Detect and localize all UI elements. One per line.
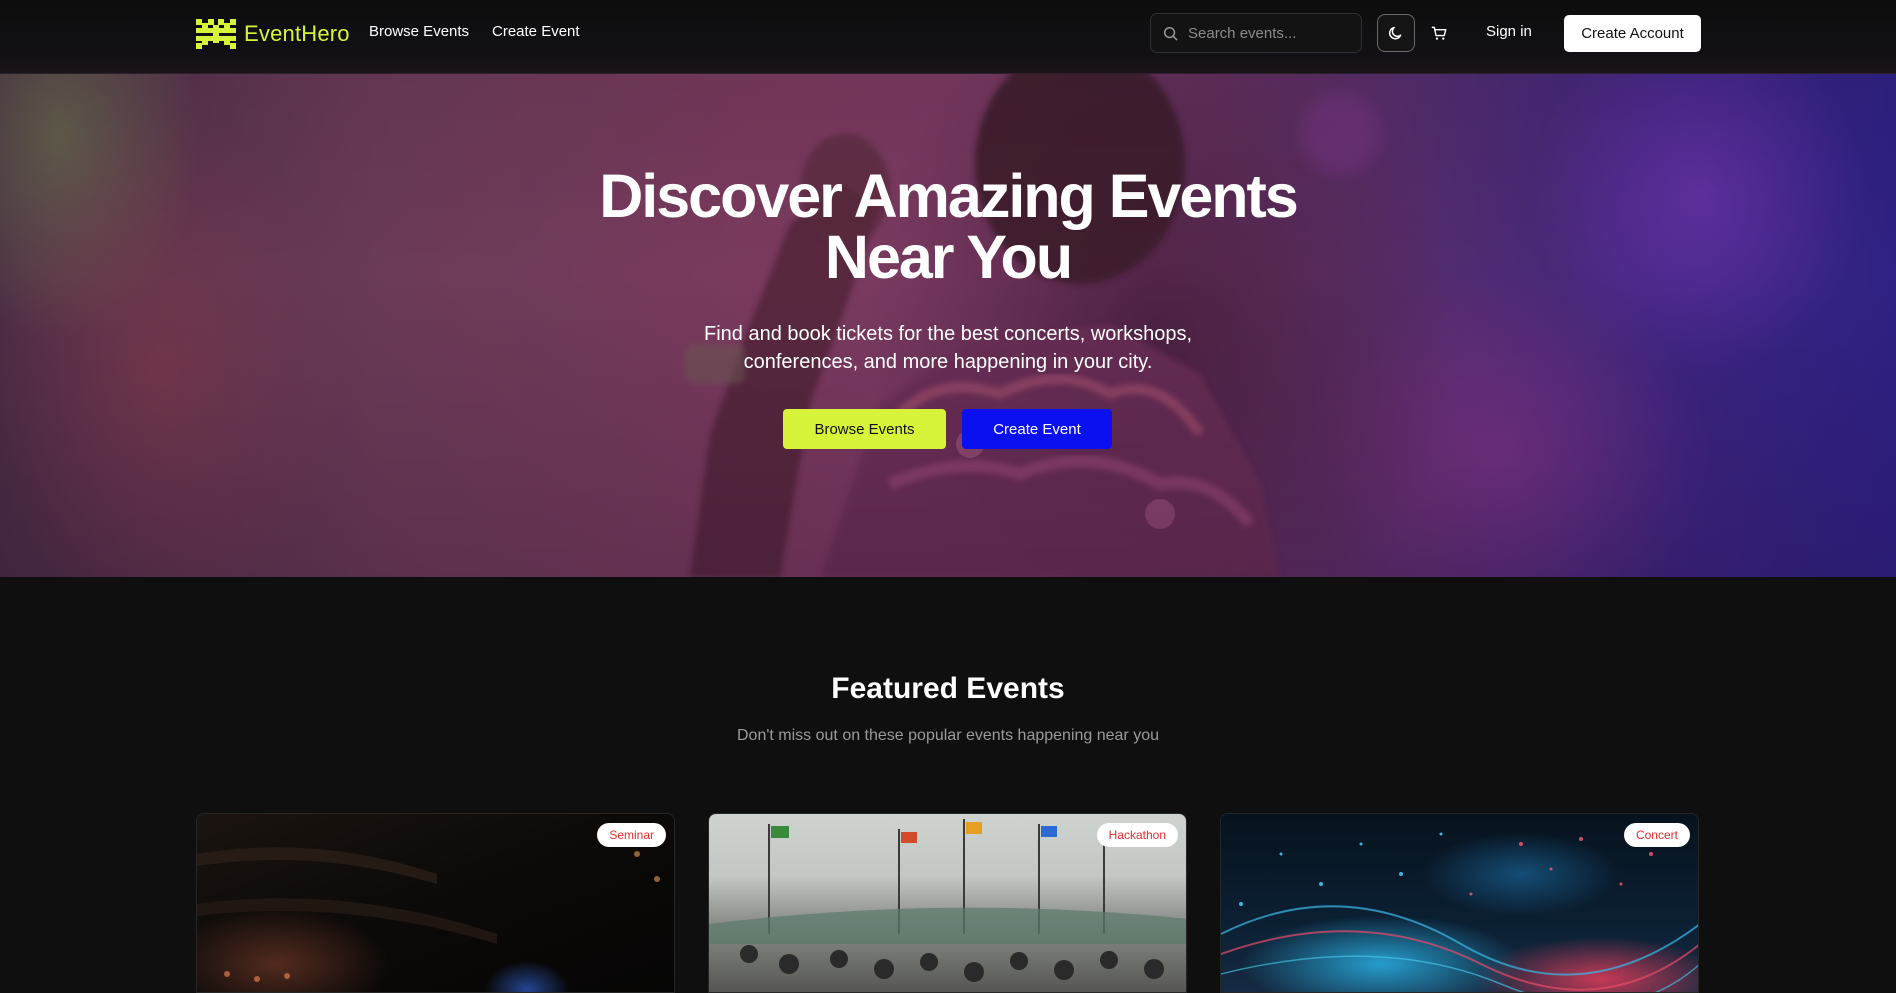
sign-in-link[interactable]: Sign in (1486, 23, 1532, 40)
search-input[interactable] (1186, 23, 1346, 43)
hero-title: Discover Amazing Events Near You (0, 166, 1896, 288)
cart-button[interactable] (1426, 20, 1452, 46)
event-category-badge: Seminar (597, 823, 666, 847)
event-card[interactable]: Concert (1220, 813, 1699, 993)
moon-icon (1388, 26, 1402, 40)
hero-title-line-2: Near You (824, 223, 1073, 291)
featured-events-heading: Featured Events (831, 672, 1065, 705)
hero-subtitle-line-2: conferences, and more happening in your … (743, 351, 1153, 373)
brand-name: EventHero (244, 21, 350, 46)
create-account-button[interactable]: Create Account (1564, 15, 1701, 52)
event-category-badge: Hackathon (1096, 823, 1178, 847)
hero-subtitle: Find and book tickets for the best conce… (0, 320, 1896, 376)
hero-section: Discover Amazing Events Near You Find an… (0, 74, 1896, 577)
event-card[interactable]: Hackathon (708, 813, 1187, 993)
hero-subtitle-line-1: Find and book tickets for the best conce… (703, 323, 1193, 345)
hero-browse-events-button[interactable]: Browse Events (783, 409, 946, 449)
event-card[interactable]: Seminar (196, 813, 675, 993)
featured-events-subtitle: Don't miss out on these popular events h… (737, 727, 1159, 744)
nav-create-event-link[interactable]: Create Event (492, 23, 580, 40)
search-box[interactable] (1150, 13, 1362, 53)
top-navbar: EventHero Browse Events Create Event Sig… (0, 0, 1896, 74)
event-category-badge: Concert (1623, 823, 1690, 847)
eventhero-logo-icon (196, 19, 236, 49)
search-icon (1163, 26, 1178, 40)
nav-browse-events-link[interactable]: Browse Events (369, 23, 469, 40)
theme-toggle-button[interactable] (1377, 14, 1415, 52)
hero-create-event-button[interactable]: Create Event (962, 409, 1112, 449)
brand-logo[interactable]: EventHero (196, 18, 350, 50)
hero-title-line-1: Discover Amazing Events (599, 162, 1299, 230)
cart-icon (1431, 26, 1446, 40)
